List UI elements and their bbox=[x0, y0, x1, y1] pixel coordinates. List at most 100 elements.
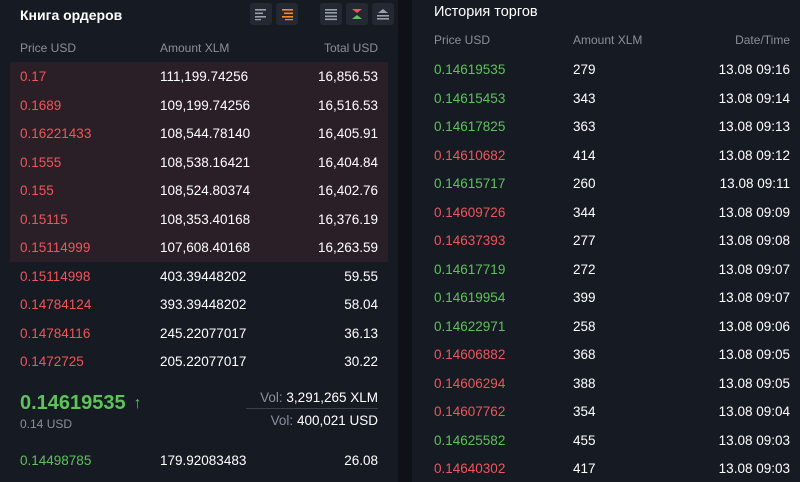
volume-usd-value: 400,021 USD bbox=[296, 413, 378, 428]
trade-row[interactable]: 0.14610682 414 13.08 09:12 bbox=[412, 141, 800, 170]
trade-row[interactable]: 0.14617825 363 13.08 09:13 bbox=[412, 112, 800, 141]
trade-amount: 417 bbox=[573, 461, 596, 476]
trade-row[interactable]: 0.14619954 399 13.08 09:07 bbox=[412, 283, 800, 312]
trade-amount: 399 bbox=[573, 290, 596, 305]
trade-row[interactable]: 0.14617719 272 13.08 09:07 bbox=[412, 255, 800, 284]
volume-label: Vol: bbox=[260, 390, 283, 405]
ask-amount: 111,199.74256 bbox=[160, 69, 249, 84]
align-left-lines-icon[interactable] bbox=[250, 3, 272, 25]
trade-amount: 455 bbox=[573, 432, 596, 448]
trade-amount: 277 bbox=[573, 233, 596, 248]
ask-price: 0.16221433 bbox=[20, 126, 92, 141]
volume-usd: Vol: 400,021 USD bbox=[271, 413, 378, 428]
trade-row[interactable]: 0.14606294 388 13.08 09:05 bbox=[412, 369, 800, 398]
ask-row[interactable]: 0.14784116 245.22077017 36.13 bbox=[10, 319, 388, 348]
column-total: Total USD bbox=[323, 41, 378, 55]
trade-amount: 388 bbox=[573, 375, 596, 391]
volume-divider bbox=[246, 408, 378, 409]
trade-time: 13.08 09:13 bbox=[718, 119, 790, 134]
orange-lines-icon[interactable] bbox=[276, 3, 298, 25]
trade-price: 0.14619535 bbox=[434, 62, 506, 77]
bid-row[interactable]: 0.14498785 179.92083483 26.08 bbox=[10, 446, 388, 475]
bid-amount: 179.92083483 bbox=[160, 453, 247, 468]
ask-amount: 108,538.16421 bbox=[160, 154, 251, 170]
trade-row[interactable]: 0.14607762 354 13.08 09:04 bbox=[412, 397, 800, 426]
ask-total: 16,516.53 bbox=[317, 97, 378, 113]
ask-price: 0.1689 bbox=[20, 97, 62, 113]
ask-amount: 393.39448202 bbox=[160, 297, 247, 312]
volume-xlm-value: 3,291,265 XLM bbox=[286, 390, 378, 405]
ask-price: 0.155 bbox=[20, 183, 54, 198]
ask-total: 16,856.53 bbox=[317, 69, 378, 84]
ask-row[interactable]: 0.15114999 107,608.40168 16,263.59 bbox=[10, 233, 388, 262]
trade-row[interactable]: 0.14637393 277 13.08 09:08 bbox=[412, 226, 800, 255]
ask-price: 0.1472725 bbox=[20, 354, 84, 369]
trade-row[interactable]: 0.14606882 368 13.08 09:05 bbox=[412, 340, 800, 369]
trade-price: 0.14625582 bbox=[434, 432, 506, 448]
ask-row[interactable]: 0.16221433 108,544.78140 16,405.91 bbox=[10, 119, 388, 148]
trade-price: 0.14617825 bbox=[434, 119, 506, 134]
trade-time: 13.08 09:16 bbox=[718, 62, 790, 77]
trade-amount: 272 bbox=[573, 261, 596, 277]
precision-tools bbox=[250, 3, 298, 25]
ask-row[interactable]: 0.17 111,199.74256 16,856.53 bbox=[10, 62, 388, 91]
trade-amount: 354 bbox=[573, 404, 596, 419]
ask-row[interactable]: 0.1555 108,538.16421 16,404.84 bbox=[10, 147, 388, 176]
ask-row[interactable]: 0.155 108,524.80374 16,402.76 bbox=[10, 176, 388, 205]
trade-time: 13.08 09:04 bbox=[718, 404, 790, 419]
layout-tools bbox=[320, 3, 394, 25]
column-price: Price USD bbox=[434, 33, 491, 47]
volume-label: Vol: bbox=[270, 413, 294, 428]
orderbook-split-icon[interactable] bbox=[346, 3, 368, 25]
ask-price: 0.17 bbox=[20, 69, 47, 84]
trade-price: 0.14606294 bbox=[434, 375, 506, 391]
trade-amount: 279 bbox=[573, 62, 596, 77]
trade-price: 0.14637393 bbox=[434, 233, 506, 248]
trade-amount: 343 bbox=[573, 90, 596, 106]
trade-row[interactable]: 0.14640302 417 13.08 09:03 bbox=[412, 454, 800, 482]
ask-row[interactable]: 0.1472725 205.22077017 30.22 bbox=[10, 347, 388, 376]
orderbook-asks-icon[interactable] bbox=[372, 3, 394, 25]
trade-row[interactable]: 0.14625582 455 13.08 09:03 bbox=[412, 426, 800, 455]
trade-row[interactable]: 0.14619535 279 13.08 09:16 bbox=[412, 55, 800, 84]
trade-row[interactable]: 0.14615453 343 13.08 09:14 bbox=[412, 84, 800, 113]
trade-price: 0.14610682 bbox=[434, 147, 506, 163]
ask-price: 0.15115 bbox=[20, 211, 68, 227]
ask-amount: 403.39448202 bbox=[160, 268, 247, 284]
column-price: Price USD bbox=[20, 41, 77, 55]
trade-row[interactable]: 0.14615717 260 13.08 09:11 bbox=[412, 169, 800, 198]
ask-amount: 108,544.78140 bbox=[160, 126, 251, 141]
trade-amount: 260 bbox=[573, 176, 596, 191]
ask-row[interactable]: 0.14784124 393.39448202 58.04 bbox=[10, 290, 388, 319]
trade-row[interactable]: 0.14622971 258 13.08 09:06 bbox=[412, 312, 800, 341]
trade-price: 0.14615717 bbox=[434, 176, 506, 191]
trade-time: 13.08 09:09 bbox=[718, 204, 790, 220]
trade-amount: 344 bbox=[573, 204, 596, 220]
trade-time: 13.08 09:03 bbox=[718, 461, 790, 476]
ask-row[interactable]: 0.15114998 403.39448202 59.55 bbox=[10, 262, 388, 291]
column-amount: Amount XLM bbox=[160, 41, 230, 55]
column-amount: Amount XLM bbox=[573, 33, 643, 47]
trade-time: 13.08 09:14 bbox=[718, 90, 790, 106]
ask-total: 16,263.59 bbox=[317, 240, 378, 255]
ask-amount: 109,199.74256 bbox=[160, 97, 251, 113]
ask-row[interactable]: 0.15115 108,353.40168 16,376.19 bbox=[10, 204, 388, 233]
bid-price: 0.14498785 bbox=[20, 453, 92, 468]
arrow-up-icon: ↑ bbox=[133, 394, 142, 412]
trade-price: 0.14615453 bbox=[434, 90, 506, 106]
ask-price: 0.14784124 bbox=[20, 297, 92, 312]
orderbook-both-icon[interactable] bbox=[320, 3, 342, 25]
trade-time: 13.08 09:07 bbox=[718, 290, 790, 305]
trade-time: 13.08 09:05 bbox=[718, 375, 790, 391]
volume-xlm: Vol: 3,291,265 XLM bbox=[260, 390, 378, 405]
trade-time: 13.08 09:12 bbox=[718, 147, 790, 163]
ask-price: 0.15114999 bbox=[20, 240, 91, 255]
ask-total: 36.13 bbox=[344, 325, 378, 341]
ask-row[interactable]: 0.1689 109,199.74256 16,516.53 bbox=[10, 90, 388, 119]
trade-row[interactable]: 0.14609726 344 13.08 09:09 bbox=[412, 198, 800, 227]
trade-time: 13.08 09:05 bbox=[718, 347, 790, 362]
ask-amount: 107,608.40168 bbox=[160, 240, 251, 255]
last-price-value: 0.14619535 bbox=[20, 392, 126, 414]
ask-amount: 108,353.40168 bbox=[160, 211, 251, 227]
trade-time: 13.08 09:07 bbox=[718, 261, 790, 277]
